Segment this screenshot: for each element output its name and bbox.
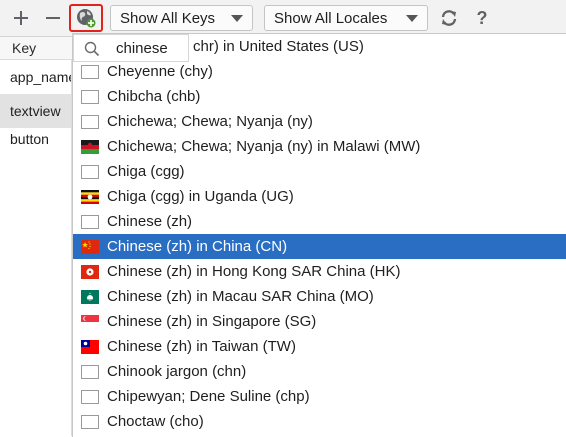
locale-list-item[interactable]: Cheyenne (chy) <box>73 59 566 84</box>
sg-flag-icon <box>81 314 99 329</box>
locale-label: Chinook jargon (chn) <box>107 363 247 380</box>
blank-flag-icon <box>81 389 99 404</box>
locale-list-item[interactable]: Choctaw (cho) <box>73 409 566 434</box>
locale-label: Chiga (cgg) <box>107 163 185 180</box>
key-cell: button <box>10 131 49 147</box>
locale-label: Chinese (zh) in Macau SAR China (MO) <box>107 288 374 305</box>
search-icon <box>84 41 100 57</box>
chevron-down-icon <box>406 15 418 22</box>
minus-icon <box>46 17 60 19</box>
remove-key-button[interactable] <box>42 6 64 30</box>
locale-label: Chibcha (chb) <box>107 88 201 105</box>
locale-label: Chichewa; Chewa; Nyanja (ny) in Malawi (… <box>107 138 421 155</box>
tw-flag-icon <box>81 339 99 354</box>
locale-label: Chichewa; Chewa; Nyanja (ny) <box>107 113 313 130</box>
cn-flag-icon <box>81 239 99 254</box>
toolbar: Show All Keys Show All Locales ? <box>0 0 566 37</box>
locale-label: chr) in United States (US) <box>193 38 364 55</box>
mo-flag-icon <box>81 289 99 304</box>
locale-search-box[interactable] <box>73 34 189 62</box>
locale-label: Chipewyan; Dene Suline (chp) <box>107 388 310 405</box>
ug-flag-icon <box>81 189 99 204</box>
locale-popup: chr) in United States (US) Cheyenne (chy)… <box>72 33 566 437</box>
locale-list-item[interactable]: Chipewyan; Dene Suline (chp) <box>73 384 566 409</box>
table-row[interactable]: button <box>0 122 72 156</box>
key-cell: textview <box>10 103 61 119</box>
locale-label: Chinese (zh) in Singapore (SG) <box>107 313 317 330</box>
locale-list-item[interactable]: Chinese (zh) in Macau SAR China (MO) <box>73 284 566 309</box>
blank-flag-icon <box>81 114 99 129</box>
table-row[interactable]: app_name <box>0 60 72 94</box>
add-key-button[interactable] <box>10 6 32 30</box>
key-cell: app_name <box>10 69 72 85</box>
show-locales-label: Show All Locales <box>274 9 388 27</box>
blank-flag-icon <box>81 164 99 179</box>
locale-label: Chinese (zh) in Taiwan (TW) <box>107 338 296 355</box>
help-button[interactable]: ? <box>471 6 493 30</box>
globe-add-icon <box>77 9 96 28</box>
locale-label: Chinese (zh) <box>107 213 193 230</box>
blank-flag-icon <box>81 214 99 229</box>
show-keys-label: Show All Keys <box>120 9 216 27</box>
locale-list-item[interactable]: Chibcha (chb) <box>73 84 566 109</box>
help-icon: ? <box>476 7 488 28</box>
locale-label: Chinese (zh) in China (CN) <box>107 238 288 255</box>
blank-flag-icon <box>81 414 99 429</box>
locale-label: Chiga (cgg) in Uganda (UG) <box>107 188 294 205</box>
locale-list-item[interactable]: Chinook jargon (chn) <box>73 359 566 384</box>
show-keys-dropdown[interactable]: Show All Keys <box>110 5 253 31</box>
plus-icon <box>14 11 28 25</box>
blank-flag-icon <box>81 89 99 104</box>
locale-list-item[interactable]: Chichewa; Chewa; Nyanja (ny) in Malawi (… <box>73 134 566 159</box>
mw-flag-icon <box>81 139 99 154</box>
locale-label: Chinese (zh) in Hong Kong SAR China (HK) <box>107 263 401 280</box>
locale-list-item[interactable]: Chiga (cgg) <box>73 159 566 184</box>
refresh-button[interactable] <box>438 6 460 30</box>
blank-flag-icon <box>81 64 99 79</box>
add-locale-button[interactable] <box>69 4 103 32</box>
locale-list-item[interactable]: Chinese (zh) in Singapore (SG) <box>73 309 566 334</box>
locale-list-item[interactable]: Chinese (zh) in Hong Kong SAR China (HK) <box>73 259 566 284</box>
locale-list-item[interactable]: Chinese (zh) <box>73 209 566 234</box>
hk-flag-icon <box>81 264 99 279</box>
locale-list-item[interactable]: Chinese (zh) in Taiwan (TW) <box>73 334 566 359</box>
key-column-header[interactable]: Key <box>12 40 36 56</box>
blank-flag-icon <box>81 364 99 379</box>
locale-list-item[interactable]: Chiga (cgg) in Uganda (UG) <box>73 184 566 209</box>
locale-search-input[interactable] <box>116 40 186 57</box>
chevron-down-icon <box>231 15 243 22</box>
locale-list-item[interactable]: Chichewa; Chewa; Nyanja (ny) <box>73 109 566 134</box>
show-locales-dropdown[interactable]: Show All Locales <box>264 5 428 31</box>
refresh-icon <box>441 10 457 26</box>
locale-label: Cheyenne (chy) <box>107 63 213 80</box>
locale-list-item[interactable]: Chinese (zh) in China (CN) <box>73 234 566 259</box>
locale-label: Choctaw (cho) <box>107 413 204 430</box>
